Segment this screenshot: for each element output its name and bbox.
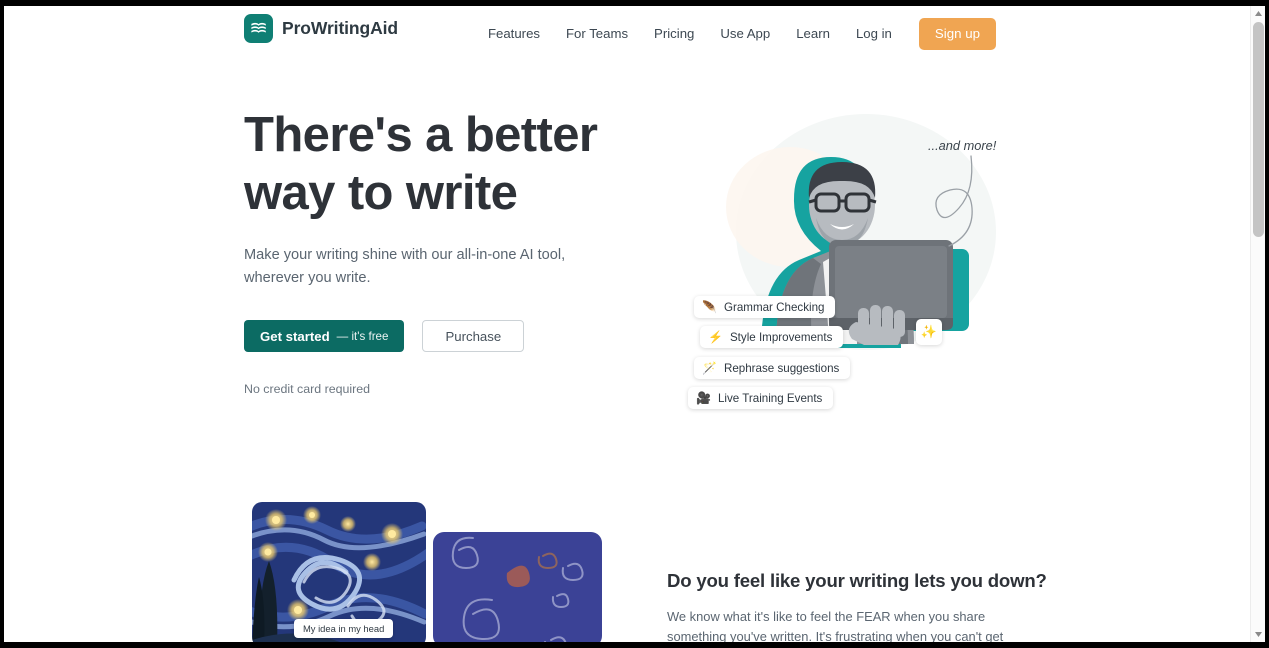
chevron-up-icon[interactable] (1251, 6, 1265, 21)
feature-label-text: Live Training Events (717, 391, 823, 405)
nav-link-log-in[interactable]: Log in (843, 14, 905, 54)
hero-title-line-1: There's a better (244, 108, 598, 162)
section2-copy: Do you feel like your writing lets you d… (667, 570, 1047, 642)
hero-subtitle: Make your writing shine with our all-in-… (244, 247, 566, 286)
nav-link-use-app[interactable]: Use App (707, 14, 783, 54)
purchase-button[interactable]: Purchase (422, 320, 525, 352)
page-scrollbar[interactable] (1250, 6, 1265, 642)
feature-label-rephrase-suggestions: 🪄 Rephrase suggestions (694, 357, 851, 379)
section2-body: We know what it's like to feel the FEAR … (667, 609, 1004, 642)
chevron-down-icon[interactable] (1251, 627, 1265, 642)
hero-title: There's a better way to write (244, 106, 644, 222)
hero-cta-group: Get started — it's free Purchase (244, 320, 644, 352)
get-started-button[interactable]: Get started — it's free (244, 320, 405, 352)
no-credit-card-note: No credit card required (244, 382, 371, 396)
primary-nav: Features For Teams Pricing Use App Learn… (475, 14, 996, 54)
sparkles-icon: ✨ (916, 319, 942, 345)
lightning-bolt-icon: ⚡ (708, 330, 723, 344)
movie-camera-icon: 🎥 (696, 391, 711, 405)
sign-up-button[interactable]: Sign up (918, 18, 996, 50)
idea-vs-paper-illustration: My idea in my head (252, 502, 602, 642)
nav-link-features[interactable]: Features (475, 14, 553, 54)
browser-viewport: ProWritingAid Features For Teams Pricing… (0, 0, 1269, 648)
get-started-label: Get started (260, 328, 330, 344)
writing-lets-you-down-section: My idea in my head Do you feel like your… (4, 482, 1245, 642)
nav-link-pricing[interactable]: Pricing (641, 14, 707, 54)
scrollbar-thumb[interactable] (1253, 22, 1264, 237)
feature-label-text: Style Improvements (729, 330, 833, 344)
feather-quill-icon: 🪶 (702, 300, 717, 314)
hero-copy: There's a better way to write Make your … (244, 106, 644, 396)
web-page: ProWritingAid Features For Teams Pricing… (4, 6, 1265, 642)
nav-link-learn[interactable]: Learn (783, 14, 843, 54)
feature-label-grammar-checking: 🪶 Grammar Checking (694, 296, 836, 318)
feature-label-text: Rephrase suggestions (723, 361, 840, 375)
magic-wand-icon: 🪄 (702, 361, 717, 375)
get-started-free-suffix: — it's free (336, 329, 389, 343)
brand-logo-link[interactable]: ProWritingAid (244, 14, 398, 43)
book-check-logo-icon (244, 14, 273, 43)
section2-title: Do you feel like your writing lets you d… (667, 570, 1047, 591)
feature-label-live-training-events: 🎥 Live Training Events (688, 387, 834, 409)
idea-caption: My idea in my head (294, 619, 394, 638)
hero-title-line-2: way to write (244, 166, 518, 220)
and-more-annotation: ...and more! (928, 138, 997, 153)
site-header: ProWritingAid Features For Teams Pricing… (4, 6, 1245, 62)
nav-link-for-teams[interactable]: For Teams (553, 14, 641, 54)
feature-label-style-improvements: ⚡ Style Improvements (700, 326, 844, 348)
hero-illustration: ...and more! ✨ 🪶 Grammar Checking ⚡ Styl… (670, 72, 1030, 409)
feature-label-text: Grammar Checking (723, 300, 825, 314)
blank-page-card (433, 532, 602, 642)
hero-section: There's a better way to write Make your … (4, 62, 1245, 482)
brand-name: ProWritingAid (282, 18, 399, 38)
